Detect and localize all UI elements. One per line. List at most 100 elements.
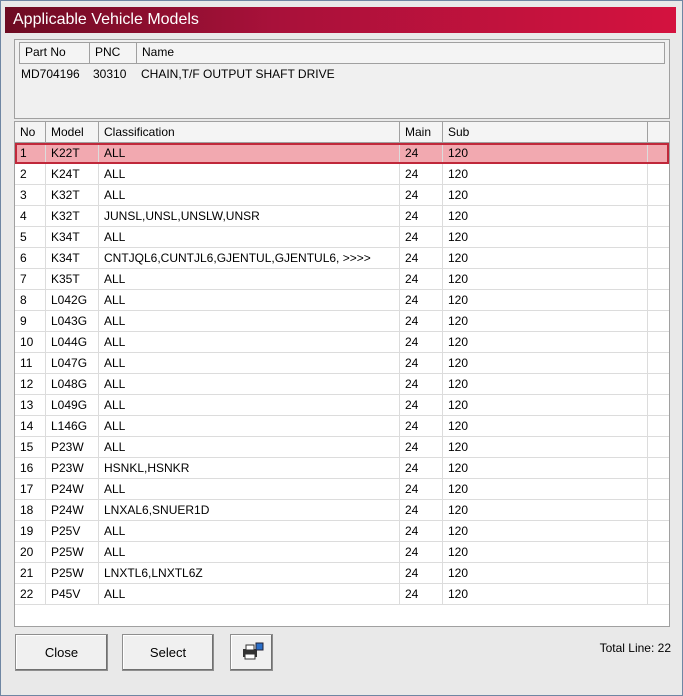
cell-sub: 120 xyxy=(443,311,648,331)
cell-main: 24 xyxy=(400,353,443,373)
part-no-value: MD704196 xyxy=(21,67,80,81)
column-header-no[interactable]: No xyxy=(15,122,46,142)
cell-classification: ALL xyxy=(99,374,400,394)
table-row[interactable]: 16 P23W HSNKL,HSNKR 24 120 xyxy=(15,458,669,479)
cell-model: L042G xyxy=(46,290,99,310)
cell-no: 15 xyxy=(15,437,46,457)
cell-main: 24 xyxy=(400,185,443,205)
cell-model: K32T xyxy=(46,206,99,226)
part-info-header: Part No PNC Name xyxy=(19,42,665,64)
column-header-main[interactable]: Main xyxy=(400,122,443,142)
table-row[interactable]: 7 K35T ALL 24 120 xyxy=(15,269,669,290)
cell-classification: ALL xyxy=(99,395,400,415)
print-button[interactable] xyxy=(230,634,273,671)
printer-icon xyxy=(240,642,264,664)
cell-classification: ALL xyxy=(99,311,400,331)
cell-main: 24 xyxy=(400,458,443,478)
table-row[interactable]: 1 K22T ALL 24 120 xyxy=(15,143,669,164)
pnc-value: 30310 xyxy=(93,67,127,81)
cell-classification: ALL xyxy=(99,332,400,352)
select-button[interactable]: Select xyxy=(122,634,214,671)
cell-sub: 120 xyxy=(443,206,648,226)
table-row[interactable]: 4 K32T JUNSL,UNSL,UNSLW,UNSR 24 120 xyxy=(15,206,669,227)
cell-main: 24 xyxy=(400,374,443,394)
cell-classification: ALL xyxy=(99,479,400,499)
cell-model: K24T xyxy=(46,164,99,184)
cell-sub: 120 xyxy=(443,353,648,373)
cell-main: 24 xyxy=(400,542,443,562)
cell-sub: 120 xyxy=(443,395,648,415)
cell-classification: HSNKL,HSNKR xyxy=(99,458,400,478)
table-row[interactable]: 2 K24T ALL 24 120 xyxy=(15,164,669,185)
table-row[interactable]: 11 L047G ALL 24 120 xyxy=(15,353,669,374)
table-row[interactable]: 19 P25V ALL 24 120 xyxy=(15,521,669,542)
column-header-model[interactable]: Model xyxy=(46,122,99,142)
table-row[interactable]: 13 L049G ALL 24 120 xyxy=(15,395,669,416)
cell-classification: LNXTL6,LNXTL6Z xyxy=(99,563,400,583)
cell-model: P45V xyxy=(46,584,99,604)
cell-classification: ALL xyxy=(99,542,400,562)
cell-model: P25V xyxy=(46,521,99,541)
cell-classification: ALL xyxy=(99,416,400,436)
table-row[interactable]: 21 P25W LNXTL6,LNXTL6Z 24 120 xyxy=(15,563,669,584)
cell-model: P24W xyxy=(46,479,99,499)
cell-no: 11 xyxy=(15,353,46,373)
table-row[interactable]: 20 P25W ALL 24 120 xyxy=(15,542,669,563)
cell-classification: ALL xyxy=(99,269,400,289)
cell-classification: ALL xyxy=(99,290,400,310)
cell-model: L044G xyxy=(46,332,99,352)
cell-no: 7 xyxy=(15,269,46,289)
cell-sub: 120 xyxy=(443,416,648,436)
table-row[interactable]: 8 L042G ALL 24 120 xyxy=(15,290,669,311)
cell-no: 13 xyxy=(15,395,46,415)
table-row[interactable]: 10 L044G ALL 24 120 xyxy=(15,332,669,353)
cell-main: 24 xyxy=(400,332,443,352)
table-row[interactable]: 6 K34T CNTJQL6,CUNTJL6,GJENTUL,GJENTUL6, >… xyxy=(15,248,669,269)
table-row[interactable]: 14 L146G ALL 24 120 xyxy=(15,416,669,437)
name-header: Name xyxy=(142,45,175,59)
table-row[interactable]: 3 K32T ALL 24 120 xyxy=(15,185,669,206)
table-row[interactable]: 18 P24W LNXAL6,SNUER1D 24 120 xyxy=(15,500,669,521)
cell-main: 24 xyxy=(400,395,443,415)
column-header-sub[interactable]: Sub xyxy=(443,122,648,142)
cell-no: 10 xyxy=(15,332,46,352)
cell-sub: 120 xyxy=(443,458,648,478)
column-header-classification[interactable]: Classification xyxy=(99,122,400,142)
table-row[interactable]: 5 K34T ALL 24 120 xyxy=(15,227,669,248)
table-row[interactable]: 22 P45V ALL 24 120 xyxy=(15,584,669,605)
cell-classification: LNXAL6,SNUER1D xyxy=(99,500,400,520)
table-row[interactable]: 15 P23W ALL 24 120 xyxy=(15,437,669,458)
cell-main: 24 xyxy=(400,164,443,184)
pnc-header: PNC xyxy=(90,43,137,63)
cell-no: 12 xyxy=(15,374,46,394)
cell-no: 4 xyxy=(15,206,46,226)
cell-no: 21 xyxy=(15,563,46,583)
cell-model: K34T xyxy=(46,227,99,247)
part-info-panel: Part No PNC Name MD704196 30310 CHAIN,T/… xyxy=(14,39,670,119)
cell-model: P25W xyxy=(46,563,99,583)
table-row[interactable]: 17 P24W ALL 24 120 xyxy=(15,479,669,500)
cell-main: 24 xyxy=(400,248,443,268)
cell-no: 5 xyxy=(15,227,46,247)
window-title: Applicable Vehicle Models xyxy=(5,7,676,33)
cell-sub: 120 xyxy=(443,479,648,499)
cell-no: 22 xyxy=(15,584,46,604)
cell-model: L043G xyxy=(46,311,99,331)
cell-no: 16 xyxy=(15,458,46,478)
cell-model: K35T xyxy=(46,269,99,289)
cell-classification: ALL xyxy=(99,584,400,604)
cell-sub: 120 xyxy=(443,542,648,562)
table-row[interactable]: 12 L048G ALL 24 120 xyxy=(15,374,669,395)
cell-sub: 120 xyxy=(443,374,648,394)
cell-main: 24 xyxy=(400,479,443,499)
table-header: No Model Classification Main Sub xyxy=(15,122,669,143)
cell-classification: CNTJQL6,CUNTJL6,GJENTUL,GJENTUL6, >>>> xyxy=(99,248,400,268)
cell-no: 6 xyxy=(15,248,46,268)
table-row[interactable]: 9 L043G ALL 24 120 xyxy=(15,311,669,332)
close-button[interactable]: Close xyxy=(15,634,108,671)
cell-model: L146G xyxy=(46,416,99,436)
cell-main: 24 xyxy=(400,416,443,436)
cell-no: 18 xyxy=(15,500,46,520)
cell-sub: 120 xyxy=(443,563,648,583)
name-value: CHAIN,T/F OUTPUT SHAFT DRIVE xyxy=(141,67,335,81)
